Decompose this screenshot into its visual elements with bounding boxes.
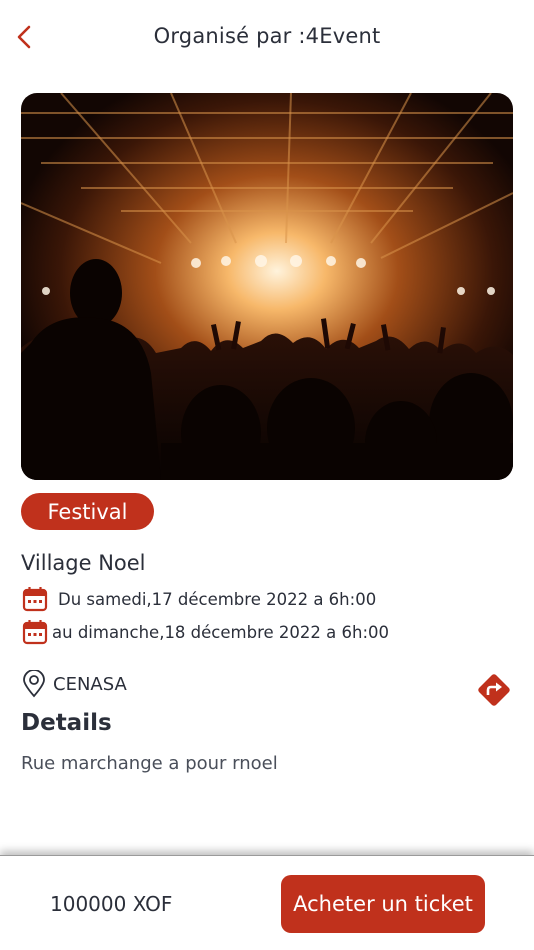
category-badge[interactable]: Festival (21, 493, 154, 530)
location-text: CENASA (53, 673, 127, 695)
directions-button[interactable] (475, 671, 513, 709)
start-date-row: Du samedi,17 décembre 2022 a 6h:00 (22, 586, 376, 612)
event-title: Village Noel (21, 551, 146, 575)
end-date-text: au dimanche,18 décembre 2022 a 6h:00 (52, 622, 389, 642)
header: Organisé par :4Event (0, 0, 534, 75)
bottom-bar: 100000 XOF Acheter un ticket (0, 855, 534, 950)
buy-ticket-button[interactable]: Acheter un ticket (281, 875, 485, 933)
directions-icon (478, 674, 510, 706)
event-description: Rue marchange a pour rnoel (21, 753, 278, 774)
location-pin-icon (23, 670, 45, 698)
ticket-price: 100000 XOF (50, 892, 173, 916)
start-date-text: Du samedi,17 décembre 2022 a 6h:00 (58, 589, 377, 609)
location-row: CENASA (22, 670, 127, 698)
end-date-row: au dimanche,18 décembre 2022 a 6h:00 (22, 619, 389, 645)
page-title: Organisé par :4Event (153, 24, 381, 48)
calendar-icon (22, 619, 48, 645)
event-image (21, 93, 513, 480)
calendar-icon (22, 586, 48, 612)
details-heading: Details (21, 710, 112, 736)
